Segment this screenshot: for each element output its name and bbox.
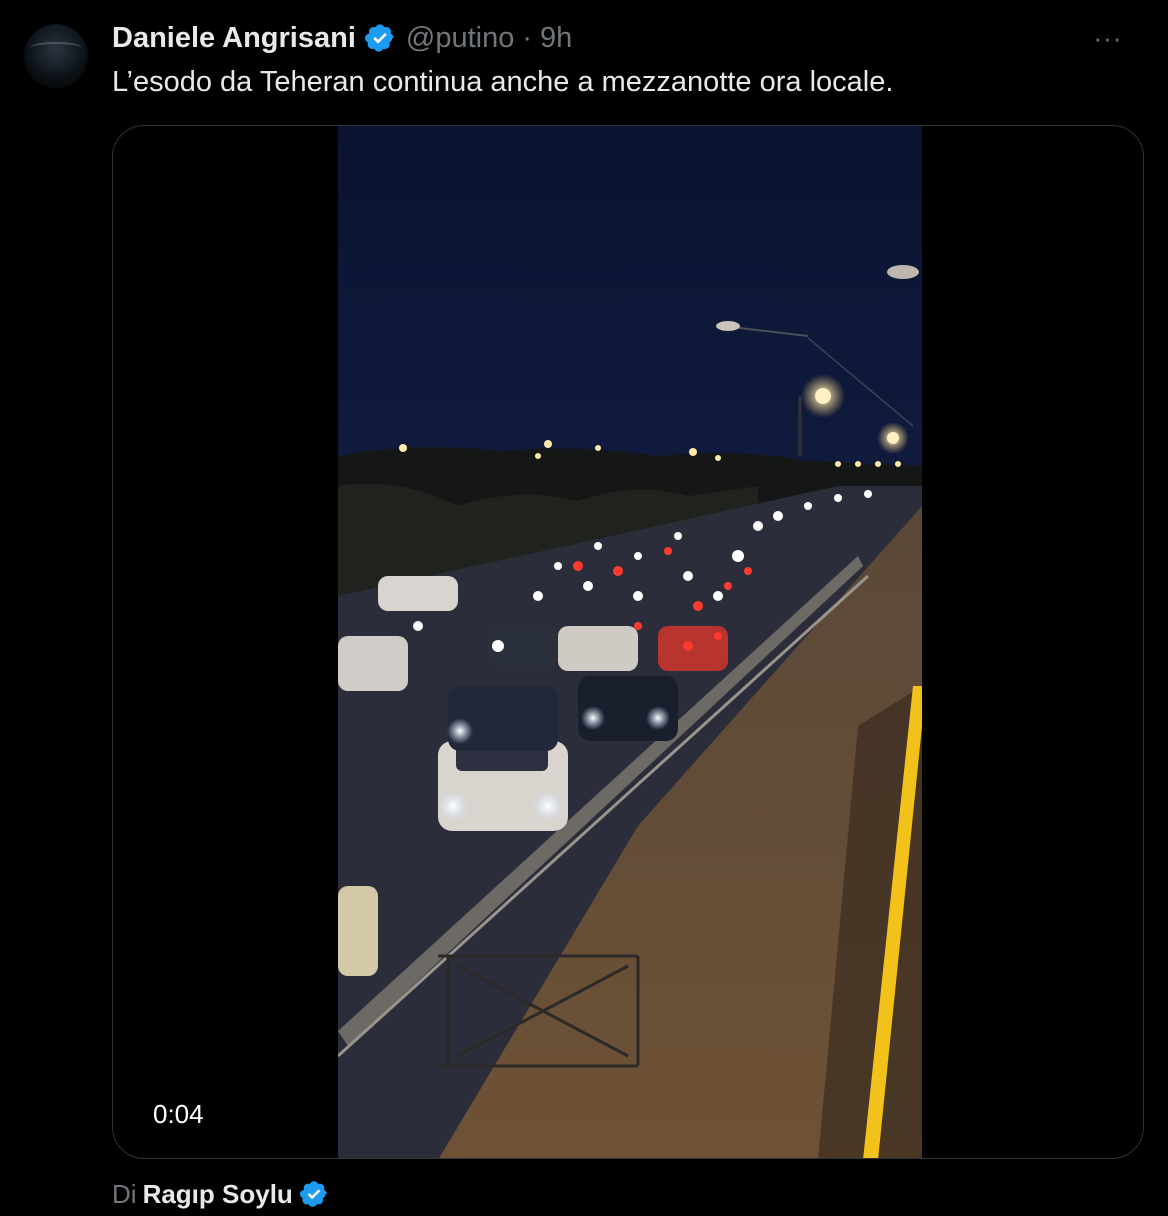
- header-separator: ·: [522, 22, 533, 54]
- video-source-attribution: Di Ragıp Soylu: [112, 1174, 339, 1214]
- video-frame[interactable]: [338, 126, 922, 1158]
- source-author-name[interactable]: Ragıp Soylu: [143, 1179, 293, 1210]
- verified-badge-icon: [364, 24, 394, 52]
- more-options-icon[interactable]: ···: [1088, 20, 1128, 56]
- video-scene: [338, 265, 922, 1158]
- post-timestamp[interactable]: 9h: [540, 18, 572, 58]
- video-time: 0:04: [153, 1099, 204, 1129]
- post-header: Daniele Angrisani @putino · 9h ···: [112, 18, 1138, 58]
- source-prefix: Di: [112, 1178, 137, 1209]
- author-name[interactable]: Daniele Angrisani: [112, 18, 356, 58]
- author-avatar[interactable]: [24, 24, 88, 88]
- video-player[interactable]: 0:04: [112, 125, 1144, 1159]
- author-handle[interactable]: @putino: [406, 18, 514, 58]
- verified-badge-icon: [299, 1181, 327, 1207]
- post-text: L’esodo da Teheran continua anche a mezz…: [112, 66, 894, 98]
